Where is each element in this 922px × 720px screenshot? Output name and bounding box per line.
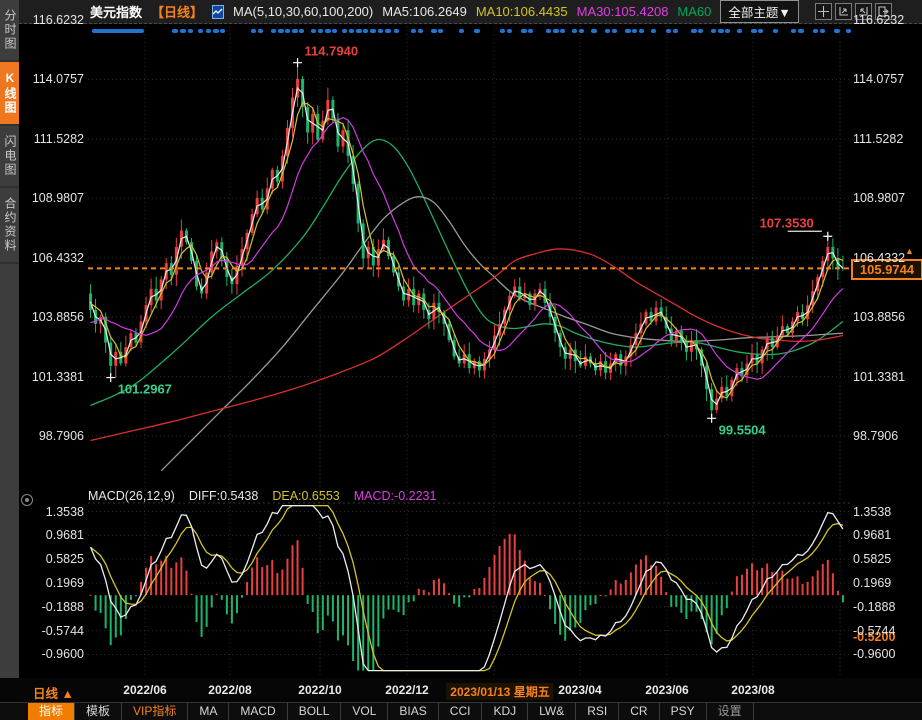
- x-axis-label: 2023/04: [558, 683, 601, 697]
- scale-left-axis-icon[interactable]: [835, 3, 852, 20]
- svg-text:107.3530: 107.3530: [760, 215, 814, 230]
- x-axis-label: 2023/06: [645, 683, 688, 697]
- price-axis-label: 108.9807: [18, 191, 84, 205]
- kline-chart-icon[interactable]: [212, 5, 224, 19]
- fast-ma-lines: [91, 88, 843, 404]
- macd-axis-label: -0.5744: [18, 624, 84, 638]
- svg-text:101.2967: 101.2967: [118, 382, 172, 397]
- macd-axis-label: 0.9681: [18, 528, 84, 542]
- indicator-tab-9[interactable]: CCI: [439, 703, 483, 720]
- app-window: 101.2967 114.7940 99.5504 107.3530 美元指数 【日线…: [0, 0, 922, 720]
- ma-group-label: MA(5,10,30,60,100,200): [233, 4, 373, 19]
- indicator-tab-6[interactable]: BOLL: [288, 703, 342, 720]
- ma-legend-value: MA10:106.4435: [476, 4, 568, 19]
- macd-axis-label: -0.9600: [853, 647, 895, 661]
- sidebar-tab-4[interactable]: 合约资料: [0, 188, 19, 264]
- price-axis-label: 101.3381: [853, 370, 905, 384]
- price-axis-label: 101.3381: [18, 370, 84, 384]
- macd-dea-value: DEA:0.6553: [272, 489, 339, 503]
- ma-values: MA5:106.2649 MA10:106.4435 MA30:105.4208 MA…: [382, 4, 711, 19]
- theme-selector-button[interactable]: 全部主题▼: [720, 0, 798, 23]
- price-axis-label: 108.9807: [853, 191, 905, 205]
- slow-ma-lines: [91, 139, 843, 470]
- macd-panel: [90, 506, 844, 671]
- left-sidebar: 分时图K线图闪电图合约资料: [0, 0, 19, 678]
- indicator-tab-10[interactable]: KDJ: [482, 703, 528, 720]
- indicator-tab-12[interactable]: RSI: [576, 703, 619, 720]
- period-tag: 【日线】: [151, 2, 203, 21]
- macd-axis-label: -0.9600: [18, 647, 84, 661]
- macd-title: MACD(26,12,9): [88, 489, 175, 503]
- macd-axis-label: 0.9681: [853, 528, 891, 542]
- macd-axis-label: 1.3538: [853, 505, 891, 519]
- indicator-tab-4[interactable]: MA: [188, 703, 229, 720]
- price-axis-label: 114.0757: [18, 72, 84, 86]
- sidebar-tab-3[interactable]: 闪电图: [0, 126, 19, 188]
- indicator-tab-1[interactable]: 指标: [28, 703, 75, 720]
- macd-diff-value: DIFF:0.5438: [189, 489, 258, 503]
- price-axis-label: 103.8856: [853, 310, 905, 324]
- macd-axis-label: 1.3538: [18, 505, 84, 519]
- sidebar-tab-1[interactable]: 分时图: [0, 0, 19, 62]
- macd-axis-label: -0.5744: [853, 624, 895, 638]
- indicator-tab-15[interactable]: 设置: [707, 703, 754, 720]
- crosshair-tool-icon[interactable]: [815, 3, 832, 20]
- macd-axis-label: 0.1969: [18, 576, 84, 590]
- indicator-tab-2[interactable]: 模板: [75, 703, 122, 720]
- x-axis-row: 日线 ▲ 2022/06 2022/08 2022/10 2022/12 2023/01…: [0, 678, 922, 702]
- price-axis-label: 98.7906: [18, 429, 84, 443]
- extreme-point-labels: 101.2967 114.7940 99.5504 107.3530: [106, 44, 832, 438]
- top-bar: 美元指数 【日线】 MA(5,10,30,60,100,200) MA5:106…: [19, 0, 922, 24]
- price-alert-icon: ▲: [905, 247, 914, 256]
- x-axis-label: 2023/08: [731, 683, 774, 697]
- macd-axis-label: -0.1888: [853, 600, 895, 614]
- macd-axis-label: 0.5825: [853, 552, 891, 566]
- macd-bar-value: MACD:-0.2231: [354, 489, 437, 503]
- ma-legend-value: MA30:105.4208: [577, 4, 669, 19]
- chart-canvas[interactable]: 101.2967 114.7940 99.5504 107.3530: [0, 0, 922, 720]
- price-axis-label: 116.6232: [18, 13, 84, 27]
- price-axis-label: 98.7906: [853, 429, 898, 443]
- indicator-toolbar: 指标模板VIP指标MAMACDBOLLVOLBIASCCIKDJLW&RSICR…: [0, 702, 922, 720]
- macd-axis-label: 0.5825: [18, 552, 84, 566]
- period-selector[interactable]: 日线 ▲: [33, 683, 74, 702]
- indicator-tab-11[interactable]: LW&: [528, 703, 576, 720]
- ma-legend-value: MA60: [677, 4, 711, 19]
- indicator-tab-3[interactable]: VIP指标: [122, 703, 188, 720]
- x-axis-label: 2022/10: [298, 683, 341, 697]
- price-axis-label: 111.5282: [853, 132, 903, 146]
- candlesticks: [89, 63, 844, 419]
- price-axis-label: 111.5282: [18, 132, 84, 146]
- x-axis-label-highlighted: 2023/01/13 星期五: [446, 683, 553, 700]
- indicator-tab-14[interactable]: PSY: [660, 703, 707, 720]
- price-axis-label: 106.4332: [18, 251, 84, 265]
- price-axis-label: 116.6232: [853, 13, 904, 27]
- x-axis-label: 2022/08: [208, 683, 251, 697]
- x-axis-label: 2022/12: [385, 683, 428, 697]
- indicator-tab-13[interactable]: CR: [619, 703, 659, 720]
- indicator-tab-8[interactable]: BIAS: [388, 703, 438, 720]
- event-markers: [92, 29, 851, 33]
- indicator-tab-5[interactable]: MACD: [229, 703, 287, 720]
- indicator-tab-7[interactable]: VOL: [341, 703, 388, 720]
- sidebar-tab-2[interactable]: K线图: [0, 62, 19, 126]
- price-axis-label: 103.8856: [18, 310, 84, 324]
- price-axis-label: 106.4332: [853, 251, 905, 265]
- svg-text:114.7940: 114.7940: [305, 44, 359, 59]
- ma-legend-value: MA5:106.2649: [382, 4, 467, 19]
- svg-text:99.5504: 99.5504: [719, 422, 767, 437]
- price-axis-label: 114.0757: [853, 72, 904, 86]
- x-axis-label: 2022/06: [123, 683, 166, 697]
- macd-axis-label: -0.1888: [18, 600, 84, 614]
- symbol-title: 美元指数: [90, 2, 142, 21]
- macd-header: MACD(26,12,9) DIFF:0.5438 DEA:0.6553 MAC…: [88, 489, 436, 503]
- macd-axis-label: 0.1969: [853, 576, 891, 590]
